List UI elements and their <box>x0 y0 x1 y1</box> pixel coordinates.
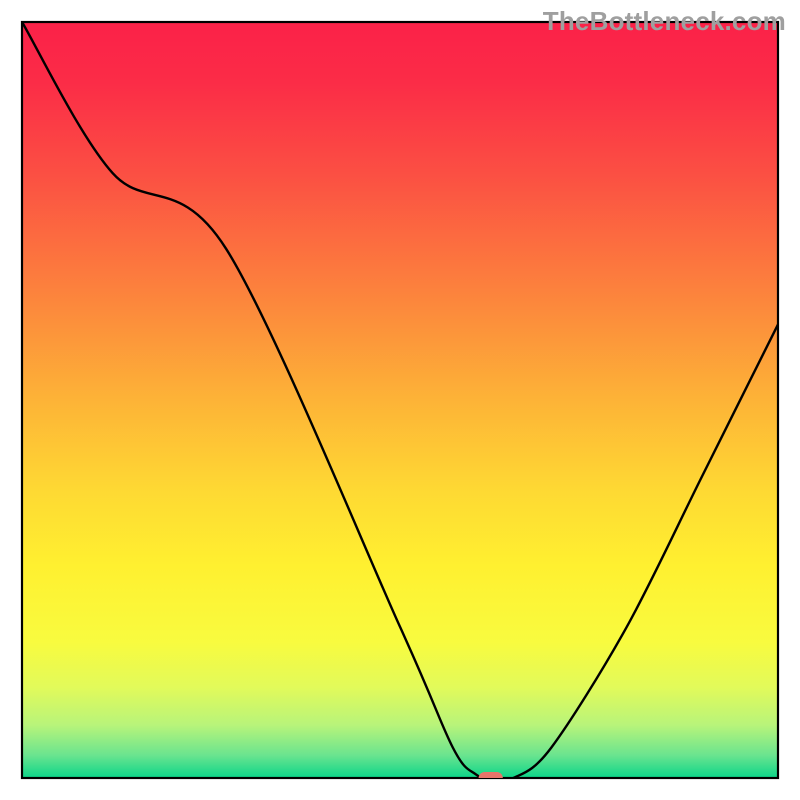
optimal-marker <box>479 772 503 784</box>
watermark-label: TheBottleneck.com <box>543 6 786 37</box>
plot-background <box>22 22 778 778</box>
bottleneck-chart: TheBottleneck.com <box>0 0 800 800</box>
chart-svg <box>0 0 800 800</box>
